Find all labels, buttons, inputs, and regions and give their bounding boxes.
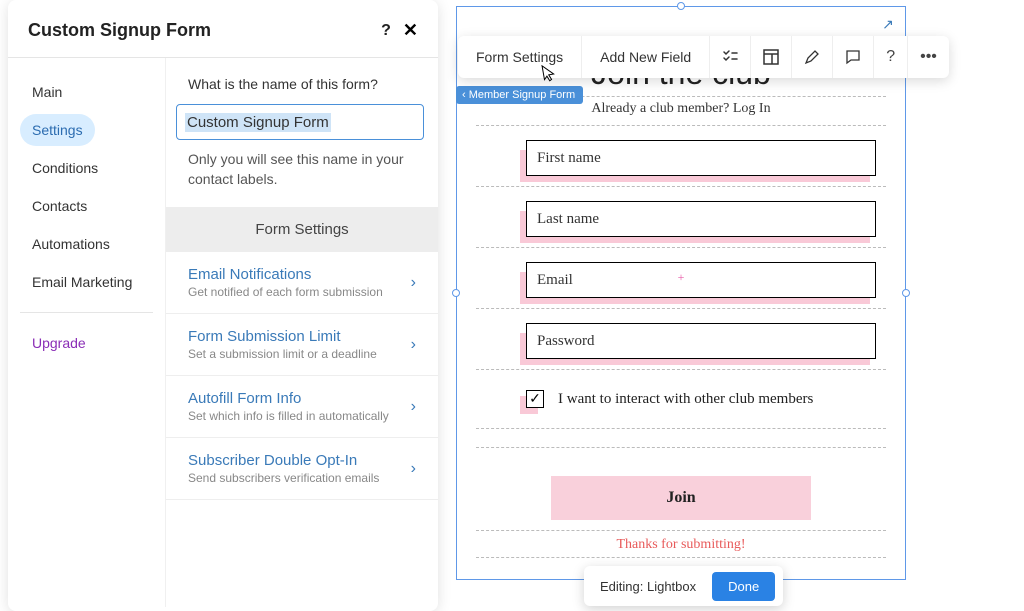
sidebar-upgrade[interactable]: Upgrade [20,327,153,359]
help-icon[interactable]: ? [381,22,391,40]
editing-label: Editing: Lightbox [600,579,696,594]
toolbar-add-field[interactable]: Add New Field [582,36,710,78]
comment-icon[interactable] [833,36,874,78]
toolbar-help-icon[interactable]: ? [874,36,908,78]
form-tag[interactable]: Member Signup Form [456,86,583,104]
setting-title: Form Submission Limit [188,328,377,345]
checklist-icon[interactable] [710,36,751,78]
layout-icon[interactable] [751,36,792,78]
close-icon[interactable]: ✕ [403,20,418,41]
setting-sub: Send subscribers verification emails [188,471,379,485]
sidebar-item-settings[interactable]: Settings [20,114,95,146]
settings-content: What is the name of this form? Custom Si… [166,58,438,607]
setting-title: Autofill Form Info [188,390,389,407]
checkbox-icon[interactable]: ✓ [526,390,544,408]
form-name-label: What is the name of this form? [166,76,438,104]
resize-handle-right[interactable] [902,289,910,297]
sidebar: Main Settings Conditions Contacts Automa… [8,58,166,607]
field-email[interactable]: Email + [486,252,876,304]
setting-email-notifications[interactable]: Email Notifications Get notified of each… [166,252,438,314]
chevron-right-icon: › [411,460,416,478]
resize-handle-left[interactable] [452,289,460,297]
form-name-value: Custom Signup Form [185,113,331,132]
settings-panel: Custom Signup Form ? ✕ Main Settings Con… [8,0,438,611]
setting-double-optin[interactable]: Subscriber Double Opt-In Send subscriber… [166,438,438,500]
checkbox-label: I want to interact with other club membe… [558,391,813,408]
more-icon[interactable]: ••• [908,36,949,78]
checkbox-interact[interactable]: ✓ I want to interact with other club mem… [486,374,876,424]
field-placeholder: Last name [537,211,599,228]
sidebar-item-main[interactable]: Main [20,76,74,108]
field-placeholder: First name [537,150,601,167]
toolbar-form-settings[interactable]: Form Settings [458,36,582,78]
submit-button[interactable]: Join [551,476,811,520]
chevron-right-icon: › [411,336,416,354]
panel-title: Custom Signup Form [28,20,211,41]
setting-title: Email Notifications [188,266,383,283]
field-last-name[interactable]: Last name [486,191,876,243]
edit-bar: Editing: Lightbox Done [584,566,783,606]
field-password[interactable]: Password [486,313,876,365]
alignment-marker: + [678,270,685,285]
setting-submission-limit[interactable]: Form Submission Limit Set a submission l… [166,314,438,376]
field-first-name[interactable]: First name [486,130,876,182]
setting-sub: Set a submission limit or a deadline [188,347,377,361]
thanks-message[interactable]: Thanks for submitting! [486,537,876,553]
setting-autofill[interactable]: Autofill Form Info Set which info is fil… [166,376,438,438]
setting-title: Subscriber Double Opt-In [188,452,379,469]
form-name-input[interactable]: Custom Signup Form [176,104,424,140]
sidebar-item-contacts[interactable]: Contacts [20,190,99,222]
field-placeholder: Password [537,333,595,350]
form-toolbar: Form Settings Add New Field ? ••• [458,36,949,78]
sidebar-item-email-marketing[interactable]: Email Marketing [20,266,144,298]
setting-sub: Set which info is filled in automaticall… [188,409,389,423]
sidebar-item-conditions[interactable]: Conditions [20,152,110,184]
sidebar-item-automations[interactable]: Automations [20,228,122,260]
resize-handle-top[interactable] [677,2,685,10]
section-header: Form Settings [166,207,438,252]
field-placeholder: Email [537,272,573,289]
form-name-hint: Only you will see this name in your cont… [166,150,438,207]
chevron-right-icon: › [411,398,416,416]
expand-icon[interactable]: ↗ [877,13,899,35]
chevron-right-icon: › [411,274,416,292]
divider [20,312,153,313]
form-preview: Join the club Already a club member? Log… [486,55,876,562]
done-button[interactable]: Done [712,572,775,601]
design-icon[interactable] [792,36,833,78]
panel-header: Custom Signup Form ? ✕ [8,0,438,58]
setting-sub: Get notified of each form submission [188,285,383,299]
